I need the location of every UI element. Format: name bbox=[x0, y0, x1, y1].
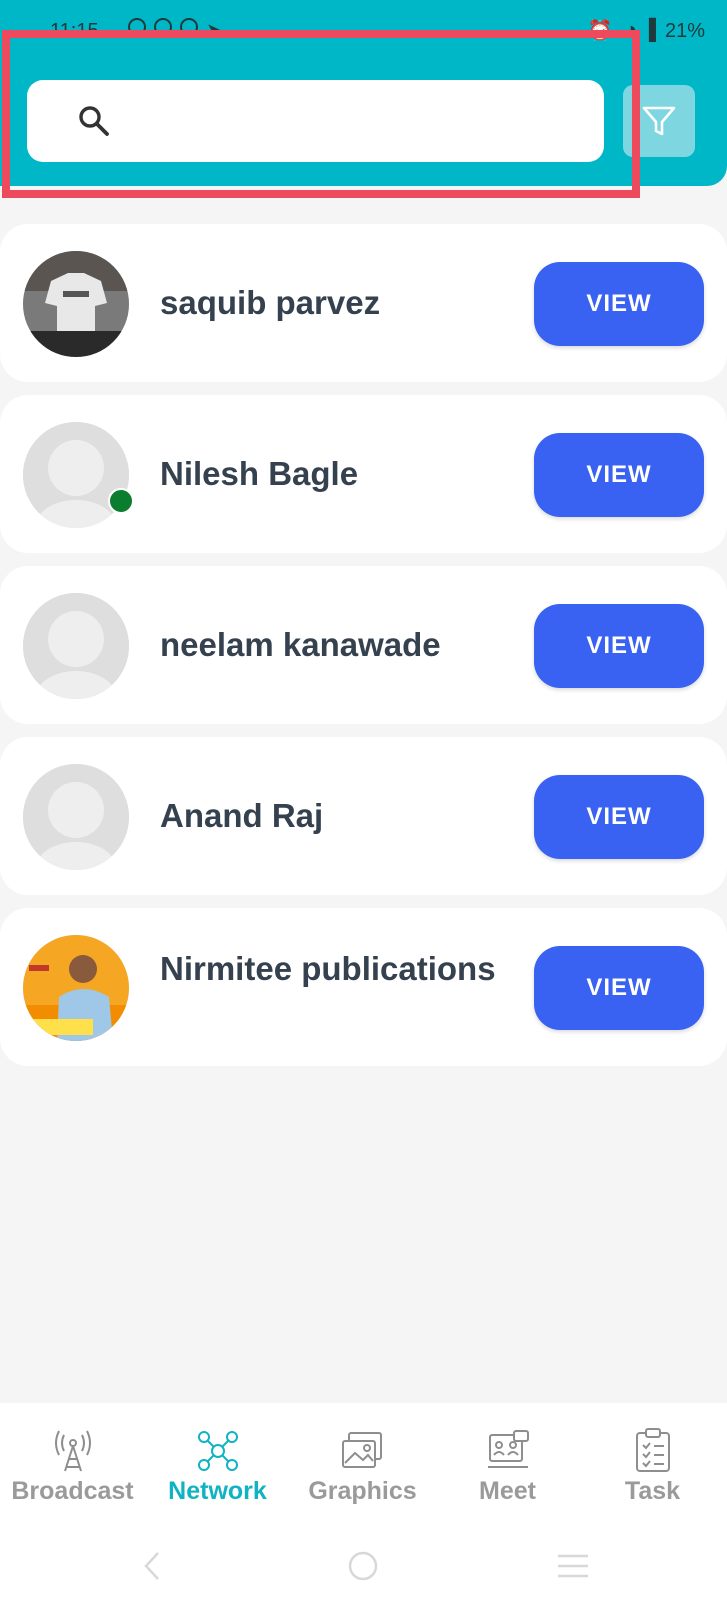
alarm-icon: ⏰ bbox=[587, 20, 613, 42]
signal-icon: ▌ bbox=[648, 19, 663, 41]
user-name: saquib parvez bbox=[160, 284, 381, 321]
battery-level: 21% bbox=[664, 20, 705, 42]
back-icon[interactable] bbox=[140, 1549, 164, 1583]
user-name: neelam kanawade bbox=[160, 626, 441, 663]
list-item: Nilesh Bagle VIEW bbox=[0, 395, 727, 553]
filter-button[interactable] bbox=[623, 85, 695, 157]
filter-icon bbox=[642, 106, 676, 136]
tab-label: Meet bbox=[479, 1477, 536, 1505]
system-navigation-bar bbox=[0, 1533, 727, 1600]
tab-label: Network bbox=[168, 1477, 267, 1505]
list-item: Anand Raj VIEW bbox=[0, 737, 727, 895]
tab-meet[interactable]: Meet bbox=[435, 1403, 580, 1533]
view-button[interactable]: VIEW bbox=[534, 433, 704, 517]
image-gallery-icon bbox=[341, 1432, 382, 1468]
search-input[interactable] bbox=[127, 98, 587, 144]
avatar[interactable] bbox=[23, 935, 129, 1041]
user-name: Anand Raj bbox=[160, 797, 324, 834]
broadcast-tower-icon bbox=[54, 1430, 91, 1472]
bottom-navigation: Broadcast Network Graphics Meet Task bbox=[0, 1403, 727, 1533]
tab-label: Graphics bbox=[308, 1477, 417, 1505]
view-button[interactable]: VIEW bbox=[534, 775, 704, 859]
list-item: saquib parvez VIEW bbox=[0, 224, 727, 382]
avatar[interactable] bbox=[23, 593, 129, 699]
tab-label: Task bbox=[624, 1477, 681, 1505]
tab-graphics[interactable]: Graphics bbox=[290, 1403, 435, 1533]
avatar[interactable] bbox=[23, 422, 129, 528]
home-icon[interactable] bbox=[346, 1549, 380, 1583]
whatsapp-icon bbox=[128, 18, 146, 36]
view-button[interactable]: VIEW bbox=[534, 604, 704, 688]
telegram-icon: ➤ bbox=[206, 20, 223, 42]
view-button[interactable]: VIEW bbox=[534, 946, 704, 1030]
online-status-indicator bbox=[108, 488, 134, 514]
search-bar[interactable] bbox=[27, 80, 604, 162]
app-header: 11:15 ➤ ⏰ ◔ ▌ 21% bbox=[0, 0, 727, 186]
view-button[interactable]: VIEW bbox=[534, 262, 704, 346]
recent-apps-icon[interactable] bbox=[556, 1553, 590, 1579]
sync-icon bbox=[180, 18, 198, 36]
user-name: Nirmitee publications bbox=[160, 950, 496, 987]
list-item: neelam kanawade VIEW bbox=[0, 566, 727, 724]
clipboard-checklist-icon bbox=[635, 1428, 670, 1472]
tab-label: Broadcast bbox=[11, 1477, 134, 1505]
notification-icons: ➤ bbox=[128, 18, 223, 43]
wifi-icon: ◔ bbox=[624, 19, 637, 41]
avatar[interactable] bbox=[23, 251, 129, 357]
status-bar: 11:15 ➤ ⏰ ◔ ▌ 21% bbox=[0, 0, 727, 60]
system-status-icons: ⏰ ◔ ▌ bbox=[588, 18, 663, 43]
tab-network[interactable]: Network bbox=[145, 1403, 290, 1533]
status-time: 11:15 bbox=[50, 20, 99, 42]
user-name: Nilesh Bagle bbox=[160, 455, 359, 492]
search-icon bbox=[79, 106, 109, 136]
tab-broadcast[interactable]: Broadcast bbox=[0, 1403, 145, 1533]
list-item: Nirmitee publications VIEW bbox=[0, 908, 727, 1066]
avatar[interactable] bbox=[23, 764, 129, 870]
network-icon bbox=[197, 1431, 238, 1471]
whatsapp-business-icon bbox=[154, 18, 172, 36]
tab-task[interactable]: Task bbox=[580, 1403, 725, 1533]
meeting-icon bbox=[487, 1430, 529, 1468]
